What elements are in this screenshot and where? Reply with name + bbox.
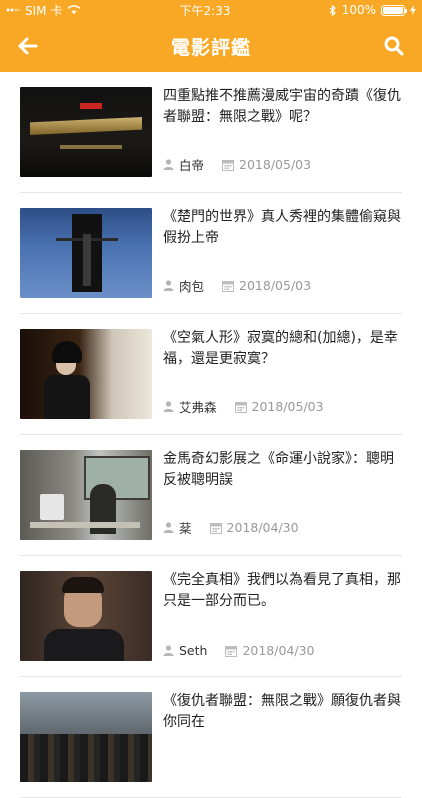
- author-wrap: Seth: [163, 643, 207, 658]
- article-info: 《完全真相》我們以為看見了真相，那只是一部分而已。 Seth 2018/04/3…: [163, 571, 402, 661]
- article-info: 《楚門的世界》真人秀裡的集體偷窺與假扮上帝 肉包 2018/05/03: [163, 208, 402, 298]
- date-wrap: 2018/04/30: [209, 520, 299, 535]
- author-wrap: 艾弗森: [163, 397, 217, 416]
- article-info: 四重點推不推薦漫威宇宙的奇蹟《復仇者聯盟：無限之戰》呢？ 白帝 2018/05/…: [163, 87, 402, 177]
- bluetooth-icon: [329, 4, 336, 16]
- date-wrap: 2018/04/30: [225, 643, 315, 658]
- article-meta: 棻 2018/04/30: [163, 518, 402, 537]
- article-item[interactable]: 《楚門的世界》真人秀裡的集體偷窺與假扮上帝 肉包 2018/05/03: [20, 193, 402, 314]
- article-thumbnail[interactable]: [20, 450, 152, 540]
- calendar-icon: [222, 159, 235, 171]
- article-item[interactable]: 《完全真相》我們以為看見了真相，那只是一部分而已。 Seth 2018/04/3…: [20, 556, 402, 677]
- article-item[interactable]: 《復仇者聯盟：無限之戰》願復仇者與你同在: [20, 677, 402, 798]
- search-button[interactable]: [382, 34, 406, 58]
- calendar-icon: [222, 280, 235, 292]
- article-thumbnail[interactable]: [20, 208, 152, 298]
- date-wrap: 2018/05/03: [222, 157, 311, 172]
- article-thumbnail[interactable]: [20, 87, 152, 177]
- user-icon: [163, 645, 174, 656]
- article-author: 艾弗森: [179, 400, 217, 415]
- article-thumbnail[interactable]: [20, 692, 152, 782]
- page-title: 電影評鑑: [170, 36, 251, 59]
- user-icon: [163, 280, 174, 291]
- article-info: 金馬奇幻影展之《命運小說家》：聰明反被聰明誤 棻 2018/04/30: [163, 450, 402, 540]
- nav-bar: 電影評鑑: [0, 20, 422, 72]
- article-title[interactable]: 《空氣人形》寂寞的總和(加總)，是幸福，還是更寂寞？: [163, 328, 402, 370]
- user-icon: [163, 401, 174, 412]
- article-author: 棻: [179, 521, 192, 536]
- article-date: 2018/04/30: [226, 520, 299, 535]
- status-time: 下午2:33: [179, 3, 231, 18]
- user-icon: [163, 159, 174, 170]
- article-date: 2018/05/03: [239, 157, 312, 172]
- calendar-icon: [209, 522, 222, 534]
- article-info: 《空氣人形》寂寞的總和(加總)，是幸福，還是更寂寞？ 艾弗森 2018/05/0…: [163, 329, 402, 419]
- charging-icon: [410, 5, 416, 15]
- date-wrap: 2018/05/03: [222, 278, 311, 293]
- status-bar: SIM 卡 下午2:33 100%: [0, 0, 422, 20]
- article-date: 2018/04/30: [242, 643, 315, 658]
- status-right: 100%: [329, 3, 416, 17]
- carrier-label: SIM 卡: [25, 3, 63, 18]
- status-left: SIM 卡: [6, 2, 81, 19]
- article-thumbnail[interactable]: [20, 329, 152, 419]
- article-date: 2018/05/03: [251, 399, 324, 414]
- author-wrap: 白帝: [163, 155, 204, 174]
- article-title[interactable]: 《楚門的世界》真人秀裡的集體偷窺與假扮上帝: [163, 207, 402, 249]
- battery-icon: [381, 4, 407, 16]
- wifi-icon: [67, 5, 81, 14]
- article-title[interactable]: 金馬奇幻影展之《命運小說家》：聰明反被聰明誤: [163, 449, 402, 491]
- article-info: 《復仇者聯盟：無限之戰》願復仇者與你同在: [163, 692, 402, 782]
- article-meta: 白帝 2018/05/03: [163, 155, 402, 174]
- battery-fill: [383, 6, 403, 14]
- article-thumbnail[interactable]: [20, 571, 152, 661]
- article-date: 2018/05/03: [239, 278, 312, 293]
- article-meta: Seth 2018/04/30: [163, 643, 402, 658]
- user-icon: [163, 522, 174, 533]
- article-title[interactable]: 《復仇者聯盟：無限之戰》願復仇者與你同在: [163, 691, 402, 733]
- article-meta: 艾弗森 2018/05/03: [163, 397, 402, 416]
- calendar-icon: [225, 645, 238, 657]
- search-icon: [384, 36, 404, 56]
- article-title[interactable]: 《完全真相》我們以為看見了真相，那只是一部分而已。: [163, 570, 402, 612]
- article-item[interactable]: 四重點推不推薦漫威宇宙的奇蹟《復仇者聯盟：無限之戰》呢？ 白帝 2018/05/…: [20, 72, 402, 193]
- arrow-left-icon: [18, 37, 38, 55]
- article-item[interactable]: 《空氣人形》寂寞的總和(加總)，是幸福，還是更寂寞？ 艾弗森 2018/05/0…: [20, 314, 402, 435]
- article-meta: 肉包 2018/05/03: [163, 276, 402, 295]
- signal-icon: [6, 8, 20, 12]
- article-author: 白帝: [179, 158, 205, 173]
- author-wrap: 肉包: [163, 276, 204, 295]
- article-author: Seth: [179, 643, 208, 658]
- article-title[interactable]: 四重點推不推薦漫威宇宙的奇蹟《復仇者聯盟：無限之戰》呢？: [163, 86, 402, 128]
- back-button[interactable]: [16, 34, 40, 58]
- calendar-icon: [234, 401, 247, 413]
- article-item[interactable]: 金馬奇幻影展之《命運小說家》：聰明反被聰明誤 棻 2018/04/30: [20, 435, 402, 556]
- article-author: 肉包: [179, 279, 205, 294]
- article-list: 四重點推不推薦漫威宇宙的奇蹟《復仇者聯盟：無限之戰》呢？ 白帝 2018/05/…: [0, 72, 422, 798]
- battery-percent: 100%: [341, 3, 376, 17]
- author-wrap: 棻: [163, 518, 192, 537]
- date-wrap: 2018/05/03: [234, 399, 324, 414]
